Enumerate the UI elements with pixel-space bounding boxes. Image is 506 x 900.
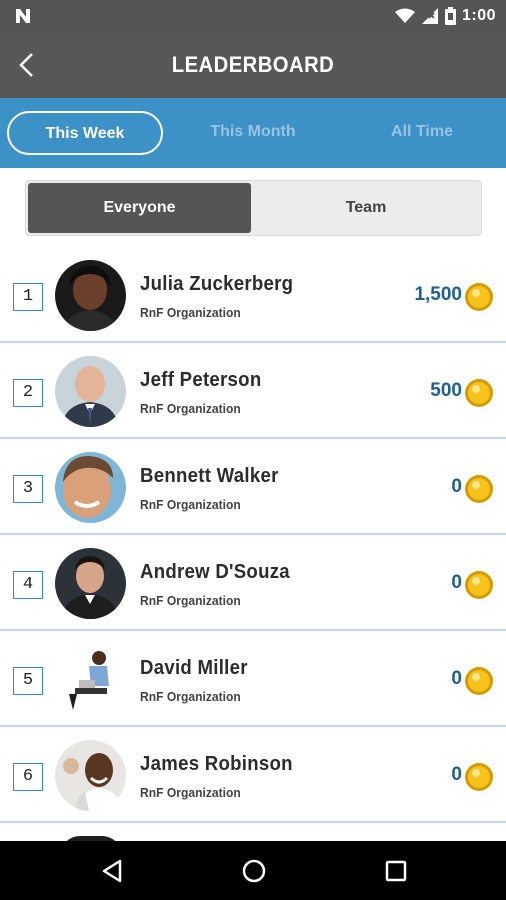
leaderboard-row[interactable]: 2 Jeff Peterson RnF Organization 500 xyxy=(0,343,506,439)
points-value: 500 xyxy=(430,380,462,401)
player-name: Jeff Peterson xyxy=(140,369,262,391)
rank-badge: 1 xyxy=(13,283,43,311)
audience-segment-control: Everyone Team xyxy=(25,180,482,236)
leaderboard-row[interactable]: 5 David Miller RnF Organization 0 xyxy=(0,631,506,727)
rank-badge: 6 xyxy=(13,763,43,791)
rank-badge: 4 xyxy=(13,571,43,599)
points-value: 0 xyxy=(451,572,462,593)
cell-signal-icon xyxy=(421,8,438,24)
leaderboard-row[interactable]: 3 Bennett Walker RnF Organization 0 xyxy=(0,439,506,535)
system-nav-bar xyxy=(0,841,506,900)
player-organization: RnF Organization xyxy=(140,785,241,800)
nav-back-icon[interactable] xyxy=(98,856,128,886)
rank-badge: 3 xyxy=(13,475,43,503)
time-period-tabs: This Week This Month All Time xyxy=(0,98,506,168)
player-name: James Robinson xyxy=(140,753,293,775)
player-name: Andrew D'Souza xyxy=(140,561,290,583)
avatar xyxy=(55,644,126,715)
tab-this-week[interactable]: This Week xyxy=(7,111,163,155)
tab-this-month[interactable]: This Month xyxy=(175,111,331,155)
avatar xyxy=(55,356,126,427)
player-organization: RnF Organization xyxy=(140,497,241,512)
points-value: 0 xyxy=(451,668,462,689)
battery-icon xyxy=(444,7,456,25)
player-name: Bennett Walker xyxy=(140,465,279,487)
n-logo-icon xyxy=(16,9,30,23)
nav-home-icon[interactable] xyxy=(239,856,269,886)
tab-all-time[interactable]: All Time xyxy=(344,111,500,155)
player-organization: RnF Organization xyxy=(140,689,241,704)
nav-recent-icon[interactable] xyxy=(381,856,411,886)
status-bar: 1:00 xyxy=(0,0,506,32)
status-time: 1:00 xyxy=(461,7,496,24)
page-title: LEADERBOARD xyxy=(171,52,335,77)
rank-badge: 5 xyxy=(13,667,43,695)
coin-icon xyxy=(465,667,493,695)
avatar xyxy=(55,548,126,619)
coin-icon xyxy=(465,379,493,407)
player-name: Julia Zuckerberg xyxy=(140,273,294,295)
avatar xyxy=(55,740,126,811)
app-header: LEADERBOARD xyxy=(0,32,506,98)
segment-everyone[interactable]: Everyone xyxy=(28,183,251,233)
avatar xyxy=(55,452,126,523)
coin-icon xyxy=(465,763,493,791)
leaderboard-row[interactable]: 6 James Robinson RnF Organization 0 xyxy=(0,727,506,823)
player-organization: RnF Organization xyxy=(140,401,241,416)
leaderboard-row[interactable]: 4 Andrew D'Souza RnF Organization 0 xyxy=(0,535,506,631)
coin-icon xyxy=(465,571,493,599)
points-value: 0 xyxy=(451,764,462,785)
segment-team[interactable]: Team xyxy=(253,183,479,233)
player-name: David Miller xyxy=(140,657,248,679)
wifi-icon xyxy=(394,8,415,23)
points-value: 0 xyxy=(451,476,462,497)
points-value: 1,500 xyxy=(414,284,462,305)
player-organization: RnF Organization xyxy=(140,305,241,320)
rank-badge: 2 xyxy=(13,379,43,407)
leaderboard-row[interactable]: 1 Julia Zuckerberg RnF Organization 1,50… xyxy=(0,247,506,343)
avatar xyxy=(55,260,126,331)
leaderboard-list: 1 Julia Zuckerberg RnF Organization 1,50… xyxy=(0,247,506,841)
player-organization: RnF Organization xyxy=(140,593,241,608)
coin-icon xyxy=(465,283,493,311)
coin-icon xyxy=(465,475,493,503)
